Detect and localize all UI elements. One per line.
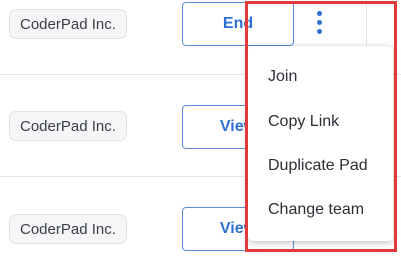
menu-item-join[interactable]: Join — [268, 68, 297, 86]
actions-dropdown-menu: Join Copy Link Duplicate Pad Change team — [248, 46, 393, 241]
org-badge: CoderPad Inc. — [9, 9, 127, 39]
menu-item-change-team[interactable]: Change team — [268, 201, 364, 219]
org-badge: CoderPad Inc. — [9, 111, 127, 141]
kebab-vertical-icon[interactable] — [313, 11, 327, 35]
more-actions-cell — [294, 0, 367, 46]
menu-item-copy-link[interactable]: Copy Link — [268, 113, 339, 131]
org-badge: CoderPad Inc. — [9, 214, 127, 244]
end-button[interactable]: End — [182, 2, 294, 46]
menu-item-duplicate-pad[interactable]: Duplicate Pad — [268, 157, 368, 175]
